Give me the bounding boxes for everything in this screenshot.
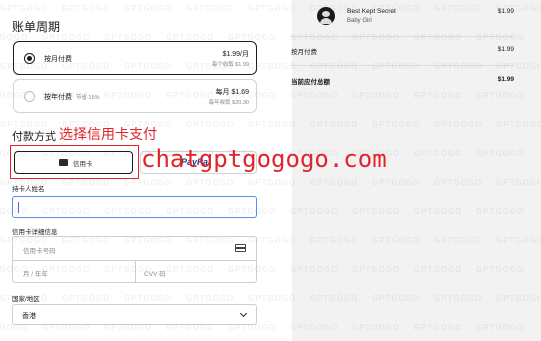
country-label: 国家/地区 xyxy=(12,296,40,303)
monthly-label: 按月付费 xyxy=(44,56,72,63)
credit-card-icon xyxy=(59,159,68,166)
chevron-down-icon xyxy=(239,309,248,318)
annotation-text: 选择信用卡支付 xyxy=(59,126,157,142)
card-details-label: 信用卡详细信息 xyxy=(12,229,58,236)
card-number-icon xyxy=(235,244,246,252)
country-select[interactable]: 香港 xyxy=(12,304,257,325)
cvv-input[interactable]: CVV 码 xyxy=(144,268,166,278)
divider xyxy=(135,260,136,283)
yearly-sub: 每年收取 $20.30 xyxy=(208,100,249,106)
total-value: $1.99 xyxy=(497,76,514,83)
monthly-sub: 每个收取 $1.99 xyxy=(211,62,249,68)
divider xyxy=(291,65,514,66)
product-name: Best Kept Secret xyxy=(347,8,396,15)
yearly-label-wrap: 按年付费 节省 15% xyxy=(44,92,100,102)
monthly-price: $1.99/月 xyxy=(222,51,249,58)
yearly-price: 每月 $1.69 xyxy=(215,89,249,96)
country-value: 香港 xyxy=(22,313,36,320)
monthly-radio[interactable] xyxy=(24,53,35,64)
plan-yearly[interactable]: 按年付费 节省 15% 每月 $1.69 每年收取 $20.30 xyxy=(13,79,257,113)
yearly-radio[interactable] xyxy=(24,91,35,102)
cardholder-input[interactable] xyxy=(12,196,257,218)
site-watermark: chatgptgogogo.com xyxy=(141,145,387,173)
card-number-input[interactable]: 信用卡号码 xyxy=(23,245,56,255)
plan-monthly[interactable]: 按月付费 $1.99/月 每个收取 $1.99 xyxy=(13,41,257,75)
product-price: $1.99 xyxy=(497,8,514,15)
credit-card-tab-label: 信用卡 xyxy=(73,161,93,168)
monthly-summary-label: 按月付费 xyxy=(291,49,317,56)
yearly-note: 节省 15% xyxy=(76,95,100,101)
monthly-summary-value: $1.99 xyxy=(497,46,514,53)
expiry-input[interactable]: 月 / 年年 xyxy=(23,268,48,278)
yearly-label: 按年付费 xyxy=(44,94,72,101)
total-label: 当前应付总额 xyxy=(291,79,330,86)
album-art xyxy=(317,7,335,25)
credit-card-tab[interactable]: 信用卡 xyxy=(14,151,133,174)
text-caret xyxy=(18,202,19,213)
cardholder-label: 持卡人姓名 xyxy=(12,186,45,193)
billing-cycle-title: 账单周期 xyxy=(12,20,61,34)
product-artist: Baby Girl xyxy=(347,18,372,24)
divider xyxy=(291,36,514,37)
payment-method-title: 付款方式 xyxy=(12,131,56,143)
card-details-box: 信用卡号码 月 / 年年 CVV 码 xyxy=(12,236,257,283)
